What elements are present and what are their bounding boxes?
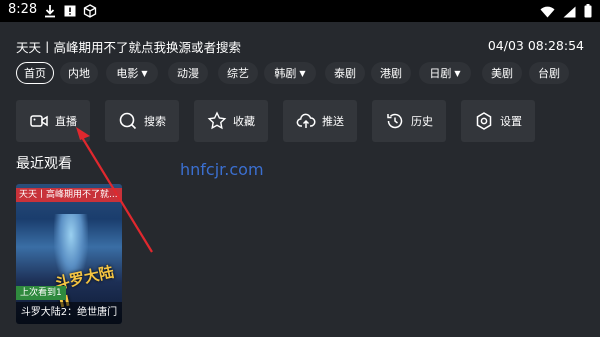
app-screen: 天天丨高峰期用不了就点我换源或者搜索 04/03 08:28:54 首页 内地 …: [0, 22, 600, 337]
tab-label: 韩剧: [274, 67, 297, 80]
search-icon: [119, 112, 137, 130]
signal-icon: [563, 3, 576, 22]
tab-label: 内地: [68, 67, 90, 80]
status-bar: 8:28: [0, 0, 600, 22]
action-label: 历史: [411, 115, 433, 128]
tab-anime[interactable]: 动漫: [168, 62, 208, 84]
tab-movie[interactable]: 电影 ▼: [106, 62, 158, 84]
tab-mainland[interactable]: 内地: [60, 62, 98, 84]
wifi-icon: [540, 3, 555, 22]
recent-section-title: 最近观看: [16, 156, 72, 172]
source-notice[interactable]: 天天丨高峰期用不了就点我换源或者搜索: [16, 37, 241, 56]
dropdown-icon: ▼: [299, 68, 306, 78]
cube-icon: [82, 3, 98, 19]
status-time: 8:28: [8, 2, 38, 17]
star-icon: [207, 111, 227, 130]
tab-label: 动漫: [177, 67, 199, 80]
tab-label: 首页: [24, 67, 46, 80]
tab-taiwan-drama[interactable]: 台剧: [529, 62, 569, 84]
settings-icon: [476, 112, 492, 130]
tab-label: 泰剧: [334, 67, 356, 80]
action-label: 收藏: [233, 115, 255, 128]
push-button[interactable]: 推送: [283, 100, 357, 142]
item-title: 斗罗大陆2：绝世唐门: [16, 302, 122, 324]
action-label: 搜索: [144, 115, 166, 128]
settings-button[interactable]: 设置: [461, 100, 535, 142]
search-button[interactable]: 搜索: [105, 100, 179, 142]
action-label: 直播: [55, 115, 77, 128]
live-button[interactable]: 直播: [16, 100, 90, 142]
recent-item-card[interactable]: 斗罗大陆II 天天丨高峰期用不了就... 上次看到1 斗罗大陆2：绝世唐门: [16, 184, 122, 324]
source-tag: 天天丨高峰期用不了就...: [16, 188, 122, 202]
tab-label: 日剧: [429, 67, 452, 80]
dropdown-icon: ▼: [141, 68, 148, 78]
date-time: 04/03 08:28:54: [487, 38, 584, 53]
video-camera-icon: [30, 115, 48, 127]
tab-label: 台剧: [538, 67, 560, 80]
tab-label: 电影: [116, 67, 139, 80]
dropdown-icon: ▼: [454, 68, 461, 78]
tab-hk-drama[interactable]: 港剧: [371, 62, 411, 84]
watermark-text: hnfcjr.com: [180, 160, 264, 179]
favorites-button[interactable]: 收藏: [194, 100, 268, 142]
action-label: 推送: [322, 115, 344, 128]
tab-us-drama[interactable]: 美剧: [482, 62, 522, 84]
cloud-upload-icon: [296, 113, 316, 128]
tab-label: 港剧: [380, 67, 402, 80]
tab-label: 综艺: [227, 67, 249, 80]
alert-icon: [62, 3, 78, 19]
history-button[interactable]: 历史: [372, 100, 446, 142]
download-icon: [42, 3, 58, 19]
history-icon: [387, 113, 403, 129]
tab-korean-drama[interactable]: 韩剧 ▼: [264, 62, 316, 84]
tab-japanese-drama[interactable]: 日剧 ▼: [419, 62, 471, 84]
tab-thai-drama[interactable]: 泰剧: [325, 62, 365, 84]
action-label: 设置: [500, 115, 522, 128]
tab-label: 美剧: [491, 67, 513, 80]
battery-icon: [584, 3, 592, 22]
tab-variety[interactable]: 综艺: [218, 62, 258, 84]
last-seen-badge: 上次看到1: [16, 286, 66, 300]
tab-home[interactable]: 首页: [16, 62, 54, 84]
